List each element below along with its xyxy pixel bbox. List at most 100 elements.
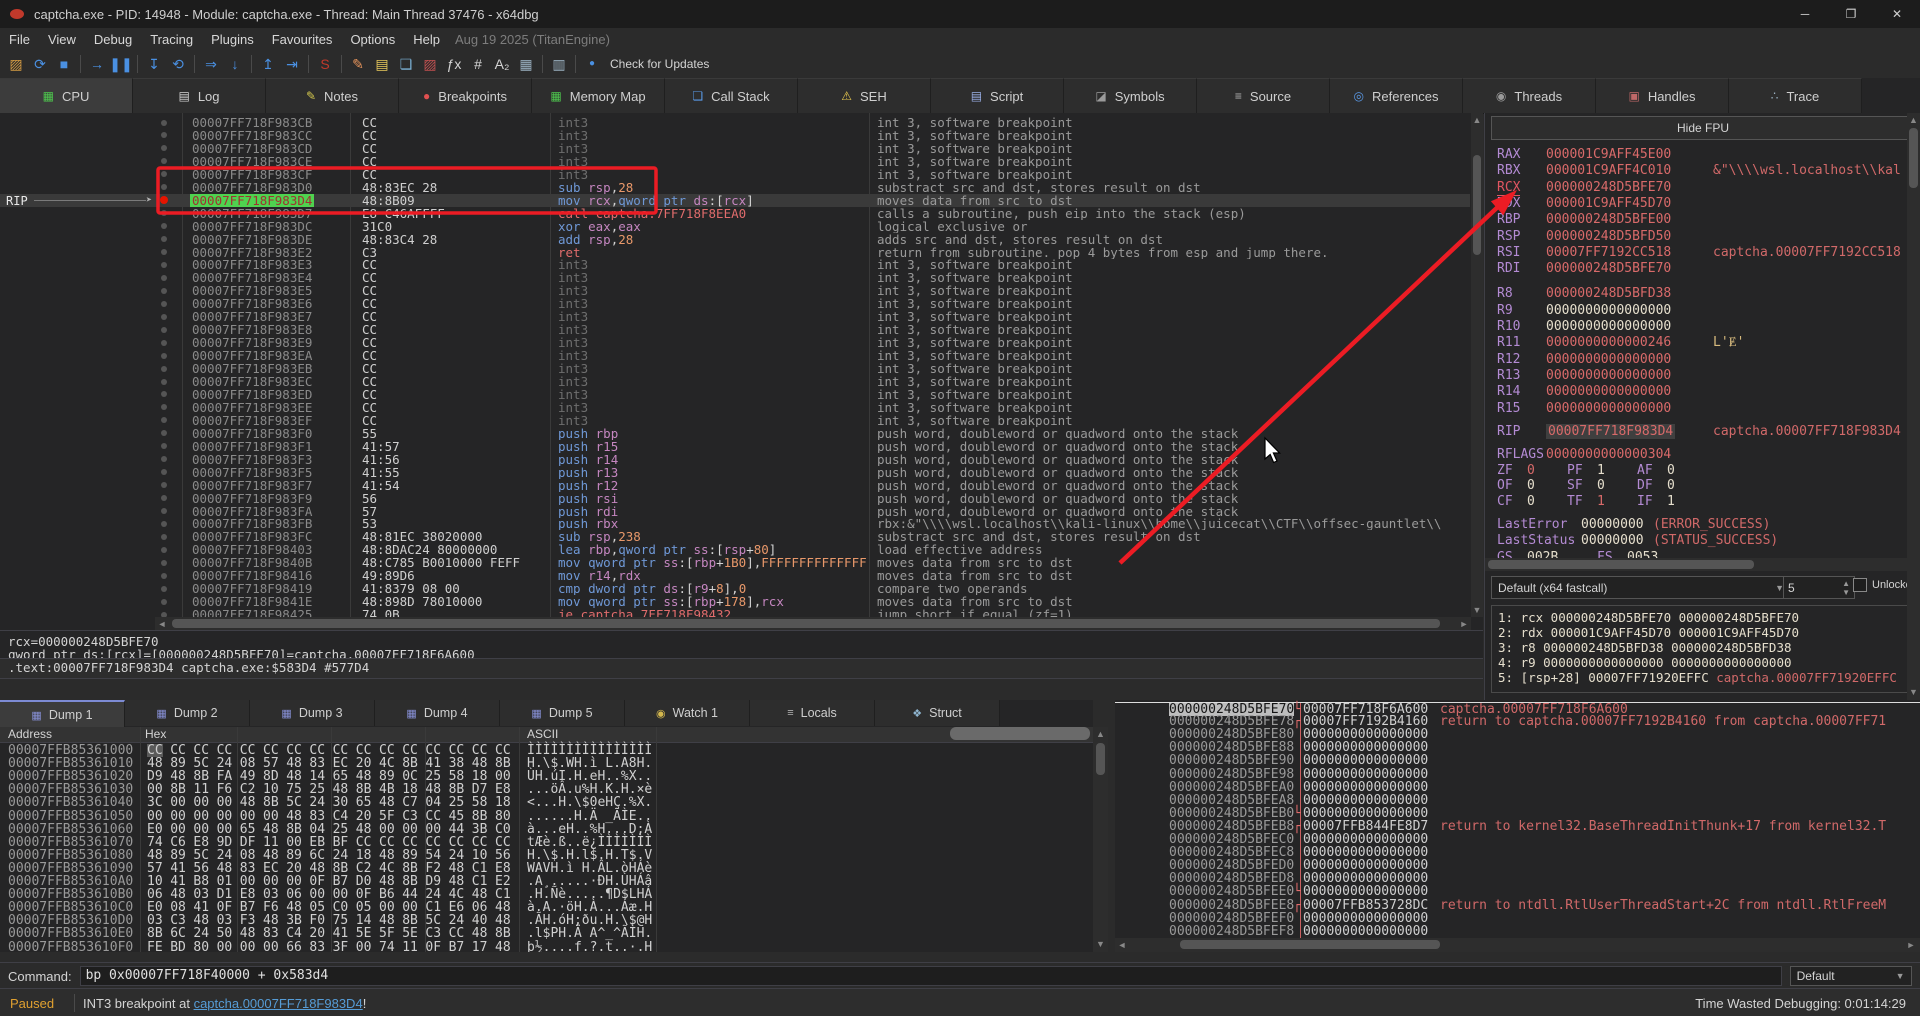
stack-row[interactable]: 000000248D5BFEE8┌00007FFB853728DCreturn …: [1115, 899, 1920, 912]
gutter-dot[interactable]: [161, 534, 167, 540]
comment-icon[interactable]: ▤: [370, 51, 394, 77]
disasm-row[interactable]: ➤00007FF718F983D448:8B09mov rcx,qword pt…: [0, 194, 1470, 207]
gutter-dot[interactable]: [161, 171, 167, 177]
gutter-dot[interactable]: [161, 145, 167, 151]
az-icon[interactable]: A₂: [490, 51, 514, 77]
disasm-vscrollbar[interactable]: ▲ ▼: [1471, 113, 1483, 617]
arg-count-spinner[interactable]: 5▲▼: [1783, 576, 1855, 599]
gutter-dot[interactable]: [161, 560, 167, 566]
dump-tab-dump-1[interactable]: ▦Dump 1: [0, 700, 125, 728]
gutter-dot[interactable]: [161, 236, 167, 242]
menu-plugins[interactable]: Plugins: [202, 30, 263, 49]
disasm-row[interactable]: 00007FF718F983D048:83EC 28sub rsp,28subs…: [0, 181, 1470, 194]
device-icon[interactable]: ▦: [514, 51, 538, 77]
disasm-row[interactable]: 00007FF718F983F341:56push r14push word, …: [0, 453, 1470, 466]
register-row[interactable]: RIP00007FF718F983D4captcha.00007FF718F98…: [1485, 424, 1920, 439]
disasm-row[interactable]: 00007FF718F983F055push rbppush word, dou…: [0, 427, 1470, 440]
fastcall-arg-row[interactable]: 5: [rsp+28] 00007FF71920EFFC captcha.000…: [1498, 670, 1897, 685]
disasm-row[interactable]: 00007FF718F983DC31C0xor eax,eaxlogical e…: [0, 220, 1470, 233]
register-row[interactable]: RSP000000248D5BFD50: [1485, 229, 1920, 244]
register-row[interactable]: R130000000000000000: [1485, 368, 1920, 383]
dump-tab-watch-1[interactable]: ◉Watch 1: [625, 700, 750, 726]
register-row[interactable]: RBP000000248D5BFE00: [1485, 212, 1920, 227]
dump-tab-dump-2[interactable]: ▦Dump 2: [125, 700, 250, 726]
step-out-icon[interactable]: ↥: [256, 51, 280, 77]
tab-source[interactable]: ≡Source: [1197, 78, 1330, 113]
fastcall-arg-row[interactable]: 4: r9 0000000000000000 0000000000000000: [1498, 655, 1792, 670]
tab-handles[interactable]: ▣Handles: [1596, 78, 1729, 113]
disasm-row[interactable]: 00007FF718F983F541:55push r13push word, …: [0, 466, 1470, 479]
register-row[interactable]: RCX000000248D5BFE70: [1485, 180, 1920, 195]
pause-icon[interactable]: ❚❚: [109, 51, 133, 77]
tab-call-stack[interactable]: ❏Call Stack: [665, 78, 798, 113]
tab-log[interactable]: ▤Log: [133, 78, 266, 113]
gutter-dot[interactable]: [161, 456, 167, 462]
gutter-dot[interactable]: [161, 521, 167, 527]
dump-tab-dump-3[interactable]: ▦Dump 3: [250, 700, 375, 726]
register-row[interactable]: RFLAGS0000000000000304: [1485, 447, 1920, 462]
gutter-dot[interactable]: [161, 184, 167, 190]
gutter-dot[interactable]: [161, 210, 167, 216]
disasm-row[interactable]: 00007FF718F983F741:54push r12push word, …: [0, 479, 1470, 492]
gutter-dot[interactable]: [161, 327, 167, 333]
dump-tab-struct[interactable]: ❖Struct: [875, 700, 1000, 726]
disasm-row[interactable]: 00007FF718F983CCCCint3int 3, software br…: [0, 129, 1470, 142]
gutter-dot[interactable]: [161, 443, 167, 449]
disasm-row[interactable]: 00007FF718F983F956push rsipush word, dou…: [0, 492, 1470, 505]
gutter-dot[interactable]: [161, 223, 167, 229]
register-row[interactable]: R90000000000000000: [1485, 303, 1920, 318]
tab-symbols[interactable]: ◪Symbols: [1064, 78, 1197, 113]
dump-header-scroll-thumb[interactable]: [950, 727, 1090, 740]
open-folder-icon[interactable]: ▨: [4, 51, 28, 77]
dump-vscrollbar[interactable]: ▲ ▼: [1093, 727, 1108, 952]
gutter-dot[interactable]: [161, 314, 167, 320]
registers-pane[interactable]: Hide FPU RAX000001C9AFF45E00RBX000001C9A…: [1484, 113, 1920, 700]
register-row[interactable]: R8000000248D5BFD38: [1485, 286, 1920, 301]
function-icon[interactable]: ƒx: [442, 51, 466, 77]
run-icon[interactable]: →: [85, 51, 109, 77]
gutter-dot[interactable]: [161, 430, 167, 436]
tab-trace[interactable]: ∴Trace: [1729, 78, 1862, 113]
register-row[interactable]: R100000000000000000: [1485, 319, 1920, 334]
disasm-row[interactable]: 00007FF718F983EDCCint3int 3, software br…: [0, 388, 1470, 401]
gutter-dot[interactable]: [161, 404, 167, 410]
gutter-dot[interactable]: [161, 586, 167, 592]
register-row[interactable]: R150000000000000000: [1485, 401, 1920, 416]
gutter-dot[interactable]: [161, 288, 167, 294]
gutter-dot[interactable]: [161, 275, 167, 281]
gutter-dot[interactable]: [161, 547, 167, 553]
disasm-row[interactable]: 00007FF718F983EECCint3int 3, software br…: [0, 401, 1470, 414]
tab-memory-map[interactable]: ▦Memory Map: [532, 78, 665, 113]
gutter-dot[interactable]: [161, 495, 167, 501]
run-to-user-icon[interactable]: ⇥: [280, 51, 304, 77]
gutter-dot[interactable]: [161, 262, 167, 268]
gutter-dot[interactable]: [161, 379, 167, 385]
seh-chain-icon[interactable]: S: [313, 51, 337, 77]
register-row[interactable]: RSI00007FF7192CC518captcha.00007FF7192CC…: [1485, 245, 1920, 260]
menu-options[interactable]: Options: [341, 30, 404, 49]
gutter-dot[interactable]: [161, 249, 167, 255]
tab-threads[interactable]: ◉Threads: [1463, 78, 1596, 113]
hash-icon[interactable]: #: [466, 51, 490, 77]
step-into-icon[interactable]: ↧: [142, 51, 166, 77]
animate-into-icon[interactable]: ⟲: [166, 51, 190, 77]
stack-row[interactable]: 000000248D5BFEE0└0000000000000000: [1115, 885, 1920, 898]
gutter-dot[interactable]: [161, 301, 167, 307]
stack-row[interactable]: 000000248D5BFE980000000000000000: [1115, 768, 1920, 781]
label-icon[interactable]: ❏: [394, 51, 418, 77]
stop-icon[interactable]: ■: [52, 51, 76, 77]
stack-hscrollbar[interactable]: ◄ ►: [1115, 938, 1920, 952]
disasm-row[interactable]: 00007FF718F983CFCCint3int 3, software br…: [0, 168, 1470, 181]
calling-convention-select[interactable]: Default (x64 fastcall)▼: [1491, 576, 1791, 599]
table-icon[interactable]: ▥: [547, 51, 571, 77]
stack-row[interactable]: 000000248D5BFEF80000000000000000: [1115, 925, 1920, 938]
tab-notes[interactable]: ✎Notes: [266, 78, 399, 113]
menu-view[interactable]: View: [39, 30, 85, 49]
gutter-dot[interactable]: [161, 132, 167, 138]
gutter-dot[interactable]: [161, 573, 167, 579]
tab-breakpoints[interactable]: ●Breakpoints: [399, 78, 532, 113]
stack-row[interactable]: 000000248D5BFEA00000000000000000: [1115, 781, 1920, 794]
register-row[interactable]: R140000000000000000: [1485, 384, 1920, 399]
disasm-row[interactable]: 00007FF718F983DE48:83C4 28add rsp,28adds…: [0, 233, 1470, 246]
maximize-button[interactable]: ❐: [1828, 0, 1874, 28]
